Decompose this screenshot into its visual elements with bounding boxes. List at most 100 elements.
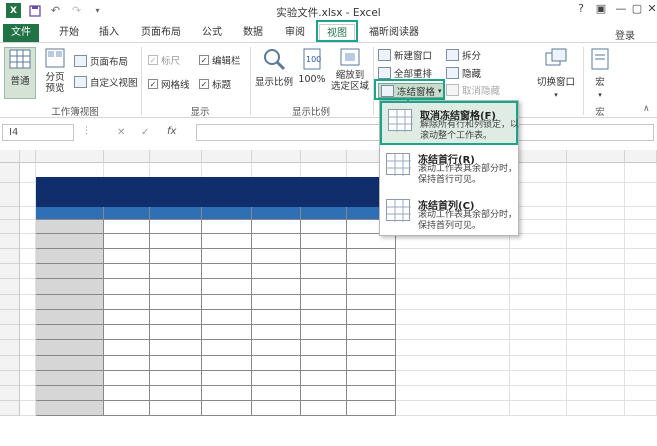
grid-cell[interactable] <box>510 310 567 325</box>
table-cell[interactable] <box>347 325 396 340</box>
grid-cell[interactable] <box>396 249 510 264</box>
tab-file[interactable]: 文件 <box>3 24 39 42</box>
hide-button[interactable]: 隐藏 <box>446 66 481 80</box>
grid-cell[interactable] <box>567 249 625 264</box>
table-cell[interactable] <box>202 279 252 295</box>
grid-cell[interactable] <box>625 220 657 234</box>
zoom-button[interactable]: 显示比例 <box>254 47 294 88</box>
ribbon-display-icon[interactable]: ▣ <box>590 2 612 18</box>
grid-cell[interactable] <box>510 295 567 310</box>
grid-cell[interactable] <box>20 401 36 416</box>
table-cell[interactable] <box>301 295 347 310</box>
table-cell[interactable] <box>347 279 396 295</box>
table-cell[interactable] <box>301 310 347 325</box>
row-header[interactable] <box>0 371 20 386</box>
table-cell[interactable] <box>150 264 202 279</box>
table-cell[interactable] <box>150 249 202 264</box>
grid-cell[interactable] <box>20 220 36 234</box>
grid-cell[interactable] <box>625 310 657 325</box>
table-name-cell[interactable] <box>36 279 104 295</box>
table-cell[interactable] <box>252 234 301 249</box>
column-header[interactable] <box>202 150 252 163</box>
column-header[interactable] <box>104 150 150 163</box>
freeze-menu-item[interactable]: 冻结首列(C) 滚动工作表其余部分时，保持首列可见。 <box>380 193 518 237</box>
grid-cell[interactable] <box>625 386 657 401</box>
table-name-cell[interactable] <box>36 340 104 356</box>
table-cell[interactable] <box>202 264 252 279</box>
tab-foxit-reader[interactable]: 福昕阅读器 <box>362 24 426 42</box>
grid-cell[interactable] <box>567 310 625 325</box>
sign-in-link[interactable]: 登录 <box>615 27 635 42</box>
table-cell[interactable] <box>347 310 396 325</box>
grid-cell[interactable] <box>567 356 625 371</box>
table-cell[interactable] <box>301 356 347 371</box>
table-cell[interactable] <box>301 264 347 279</box>
grid-cell[interactable] <box>567 279 625 295</box>
grid-cell[interactable] <box>396 310 510 325</box>
table-cell[interactable] <box>301 234 347 249</box>
column-header[interactable] <box>150 150 202 163</box>
grid-cell[interactable] <box>510 264 567 279</box>
table-cell[interactable] <box>301 401 347 416</box>
grid-cell[interactable] <box>567 163 625 183</box>
grid-cell[interactable] <box>510 279 567 295</box>
table-cell[interactable] <box>202 249 252 264</box>
grid-cell[interactable] <box>625 207 657 220</box>
row-header[interactable] <box>0 279 20 295</box>
table-cell[interactable] <box>301 340 347 356</box>
grid-cell[interactable] <box>396 279 510 295</box>
grid-cell[interactable] <box>567 183 625 207</box>
arrange-all-button[interactable]: 全部重排 <box>378 66 432 80</box>
cancel-icon[interactable]: ✕ <box>117 125 125 140</box>
collapse-ribbon-icon[interactable]: ∧ <box>643 104 650 114</box>
grid-cell[interactable] <box>625 249 657 264</box>
grid-cell[interactable] <box>396 401 510 416</box>
grid-cell[interactable] <box>20 207 36 220</box>
table-cell[interactable] <box>252 310 301 325</box>
grid-cell[interactable] <box>510 371 567 386</box>
table-name-cell[interactable] <box>36 234 104 249</box>
table-cell[interactable] <box>347 356 396 371</box>
row-header[interactable] <box>0 163 20 183</box>
row-header[interactable] <box>0 340 20 356</box>
grid-cell[interactable] <box>625 340 657 356</box>
row-header[interactable] <box>0 295 20 310</box>
gridlines-checkbox[interactable]: ✓ 网格线 <box>148 77 190 91</box>
table-cell[interactable] <box>347 340 396 356</box>
table-cell[interactable] <box>252 371 301 386</box>
table-cell[interactable] <box>104 279 150 295</box>
grid-cell[interactable] <box>20 340 36 356</box>
grid-cell[interactable] <box>567 264 625 279</box>
grid-cell[interactable] <box>567 401 625 416</box>
table-cell[interactable] <box>202 356 252 371</box>
grid-cell[interactable] <box>20 371 36 386</box>
tab-home[interactable]: 开始 <box>52 24 86 42</box>
table-cell[interactable] <box>252 295 301 310</box>
normal-view-button[interactable]: 普通 <box>4 47 36 99</box>
grid-cell[interactable] <box>20 386 36 401</box>
table-cell[interactable] <box>252 264 301 279</box>
tab-insert[interactable]: 插入 <box>92 24 126 42</box>
table-name-cell[interactable] <box>36 356 104 371</box>
new-window-button[interactable]: 新建窗口 <box>378 48 432 62</box>
close-icon[interactable]: ✕ <box>641 2 657 18</box>
table-cell[interactable] <box>202 295 252 310</box>
grid-cell[interactable] <box>625 295 657 310</box>
table-cell[interactable] <box>150 371 202 386</box>
table-cell[interactable] <box>202 386 252 401</box>
row-header[interactable] <box>0 249 20 264</box>
column-header[interactable] <box>20 150 36 163</box>
grid-cell[interactable] <box>625 264 657 279</box>
row-header[interactable] <box>0 310 20 325</box>
table-cell[interactable] <box>104 249 150 264</box>
grid-cell[interactable] <box>625 163 657 183</box>
column-header[interactable] <box>252 150 301 163</box>
table-cell[interactable] <box>104 264 150 279</box>
table-name-cell[interactable] <box>36 371 104 386</box>
table-cell[interactable] <box>150 220 202 234</box>
name-box-dropdown-icon[interactable]: ⋮ <box>82 126 91 136</box>
table-cell[interactable] <box>202 325 252 340</box>
grid-cell[interactable] <box>567 207 625 220</box>
table-cell[interactable] <box>150 401 202 416</box>
tab-data[interactable]: 数据 <box>236 24 270 42</box>
